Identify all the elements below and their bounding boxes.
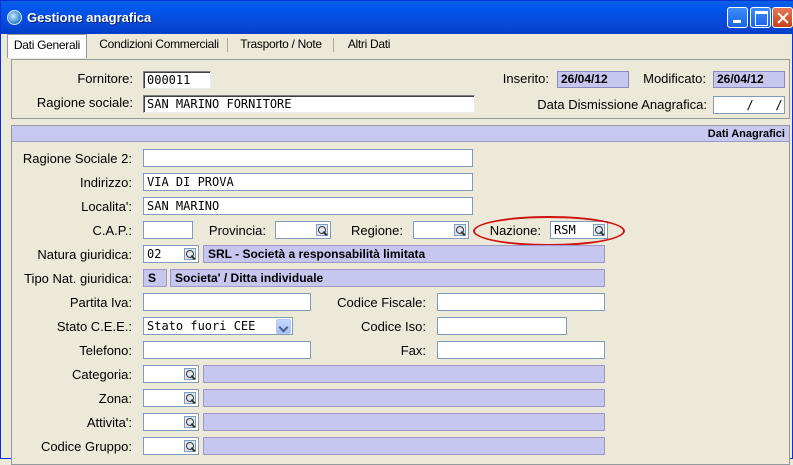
localita-label: Localita':	[81, 199, 132, 214]
localita-field[interactable]: SAN MARINO	[143, 197, 473, 215]
app-icon	[7, 10, 22, 25]
tipo-nat-giuridica-code: S	[143, 269, 167, 287]
categoria-field[interactable]	[143, 365, 199, 383]
partita-iva-field[interactable]	[143, 293, 311, 311]
fax-label: Fax:	[400, 343, 426, 358]
natura-giuridica-code: 02	[147, 247, 162, 261]
categoria-lookup-icon[interactable]	[184, 368, 196, 380]
attivita-field[interactable]	[143, 413, 199, 431]
partita-iva-label: Partita Iva:	[69, 295, 132, 310]
categoria-label: Categoria:	[72, 367, 132, 382]
indirizzo-label: Indirizzo:	[79, 175, 132, 190]
codice-gruppo-description	[203, 437, 605, 455]
zona-field[interactable]	[143, 389, 199, 407]
zona-lookup-icon[interactable]	[184, 392, 196, 404]
tab-dati-generali[interactable]: Dati Generali	[7, 34, 87, 58]
telefono-label: Telefono:	[79, 343, 132, 358]
dismissione-label: Data Dismissione Anagrafica:	[537, 97, 707, 112]
close-button[interactable]	[772, 7, 793, 28]
codice-gruppo-label: Codice Gruppo:	[40, 439, 132, 454]
minimize-button[interactable]	[727, 7, 748, 28]
cap-field[interactable]	[143, 221, 193, 239]
attivita-description	[203, 413, 605, 431]
indirizzo-field[interactable]: VIA DI PROVA	[143, 173, 473, 191]
inserito-label: Inserito:	[502, 71, 549, 86]
tab-trasporto-note[interactable]: Trasporto / Note	[233, 34, 329, 56]
natura-giuridica-description: SRL - Società a responsabilità limitata	[203, 245, 605, 263]
maximize-button[interactable]	[750, 7, 771, 28]
ragione-sociale-field[interactable]: SAN MARINO FORNITORE	[143, 95, 475, 113]
stato-cee-label: Stato C.E.E.:	[56, 319, 132, 334]
fax-field[interactable]	[437, 341, 605, 359]
codice-iso-label: Codice Iso:	[360, 319, 426, 334]
header-panel: Fornitore: 000011 Ragione sociale: SAN M…	[11, 59, 790, 119]
ragione-sociale-2-field[interactable]	[143, 149, 473, 167]
fornitore-field[interactable]: 000011	[143, 71, 211, 89]
main-window: Gestione anagrafica Dati Generali Condiz…	[0, 0, 793, 465]
inserito-date: 26/04/12	[557, 71, 629, 88]
codice-gruppo-lookup-icon[interactable]	[184, 440, 196, 452]
modificato-date: 26/04/12	[713, 71, 785, 88]
provincia-label: Provincia:	[208, 223, 266, 238]
window-title: Gestione anagrafica	[27, 10, 152, 25]
chevron-down-icon[interactable]	[276, 319, 291, 334]
title-bar[interactable]: Gestione anagrafica	[1, 1, 793, 34]
stato-cee-value: Stato fuori CEE	[147, 319, 256, 333]
attivita-lookup-icon[interactable]	[184, 416, 196, 428]
regione-field[interactable]	[413, 221, 469, 239]
tipo-nat-giuridica-description: Societa' / Ditta individuale	[170, 269, 605, 287]
provincia-field[interactable]	[275, 221, 331, 239]
regione-lookup-icon[interactable]	[454, 224, 466, 236]
ragione-sociale-2-label: Ragione Sociale 2:	[22, 151, 132, 166]
provincia-lookup-icon[interactable]	[316, 224, 328, 236]
codice-fiscale-label: Codice Fiscale:	[337, 295, 426, 310]
codice-fiscale-field[interactable]	[437, 293, 605, 311]
regione-label: Regione:	[350, 223, 403, 238]
fornitore-label: Fornitore:	[77, 71, 133, 86]
telefono-field[interactable]	[143, 341, 311, 359]
codice-gruppo-field[interactable]	[143, 437, 199, 455]
tab-condizioni-commerciali[interactable]: Condizioni Commerciali	[95, 34, 223, 56]
ragione-sociale-label: Ragione sociale:	[36, 95, 133, 110]
natura-giuridica-field[interactable]: 02	[143, 245, 199, 263]
dismissione-date-field[interactable]: / /	[713, 96, 785, 114]
nazione-highlight-ellipse	[473, 216, 625, 246]
attivita-label: Attivita':	[86, 415, 132, 430]
modificato-label: Modificato:	[643, 71, 706, 86]
tab-separator	[227, 38, 228, 52]
codice-iso-field[interactable]	[437, 317, 567, 335]
cap-label: C.A.P.:	[92, 223, 132, 238]
natura-lookup-icon[interactable]	[184, 248, 196, 260]
natura-giuridica-label: Natura giuridica:	[37, 247, 132, 262]
tab-separator	[333, 38, 334, 52]
categoria-description	[203, 365, 605, 383]
zona-label: Zona:	[98, 391, 132, 406]
section-header: Dati Anagrafici	[12, 126, 789, 142]
tab-altri-dati[interactable]: Altri Dati	[339, 34, 399, 56]
zona-description	[203, 389, 605, 407]
stato-cee-select[interactable]: Stato fuori CEE	[143, 317, 293, 335]
tipo-nat-giuridica-label: Tipo Nat. giuridica:	[24, 271, 132, 286]
